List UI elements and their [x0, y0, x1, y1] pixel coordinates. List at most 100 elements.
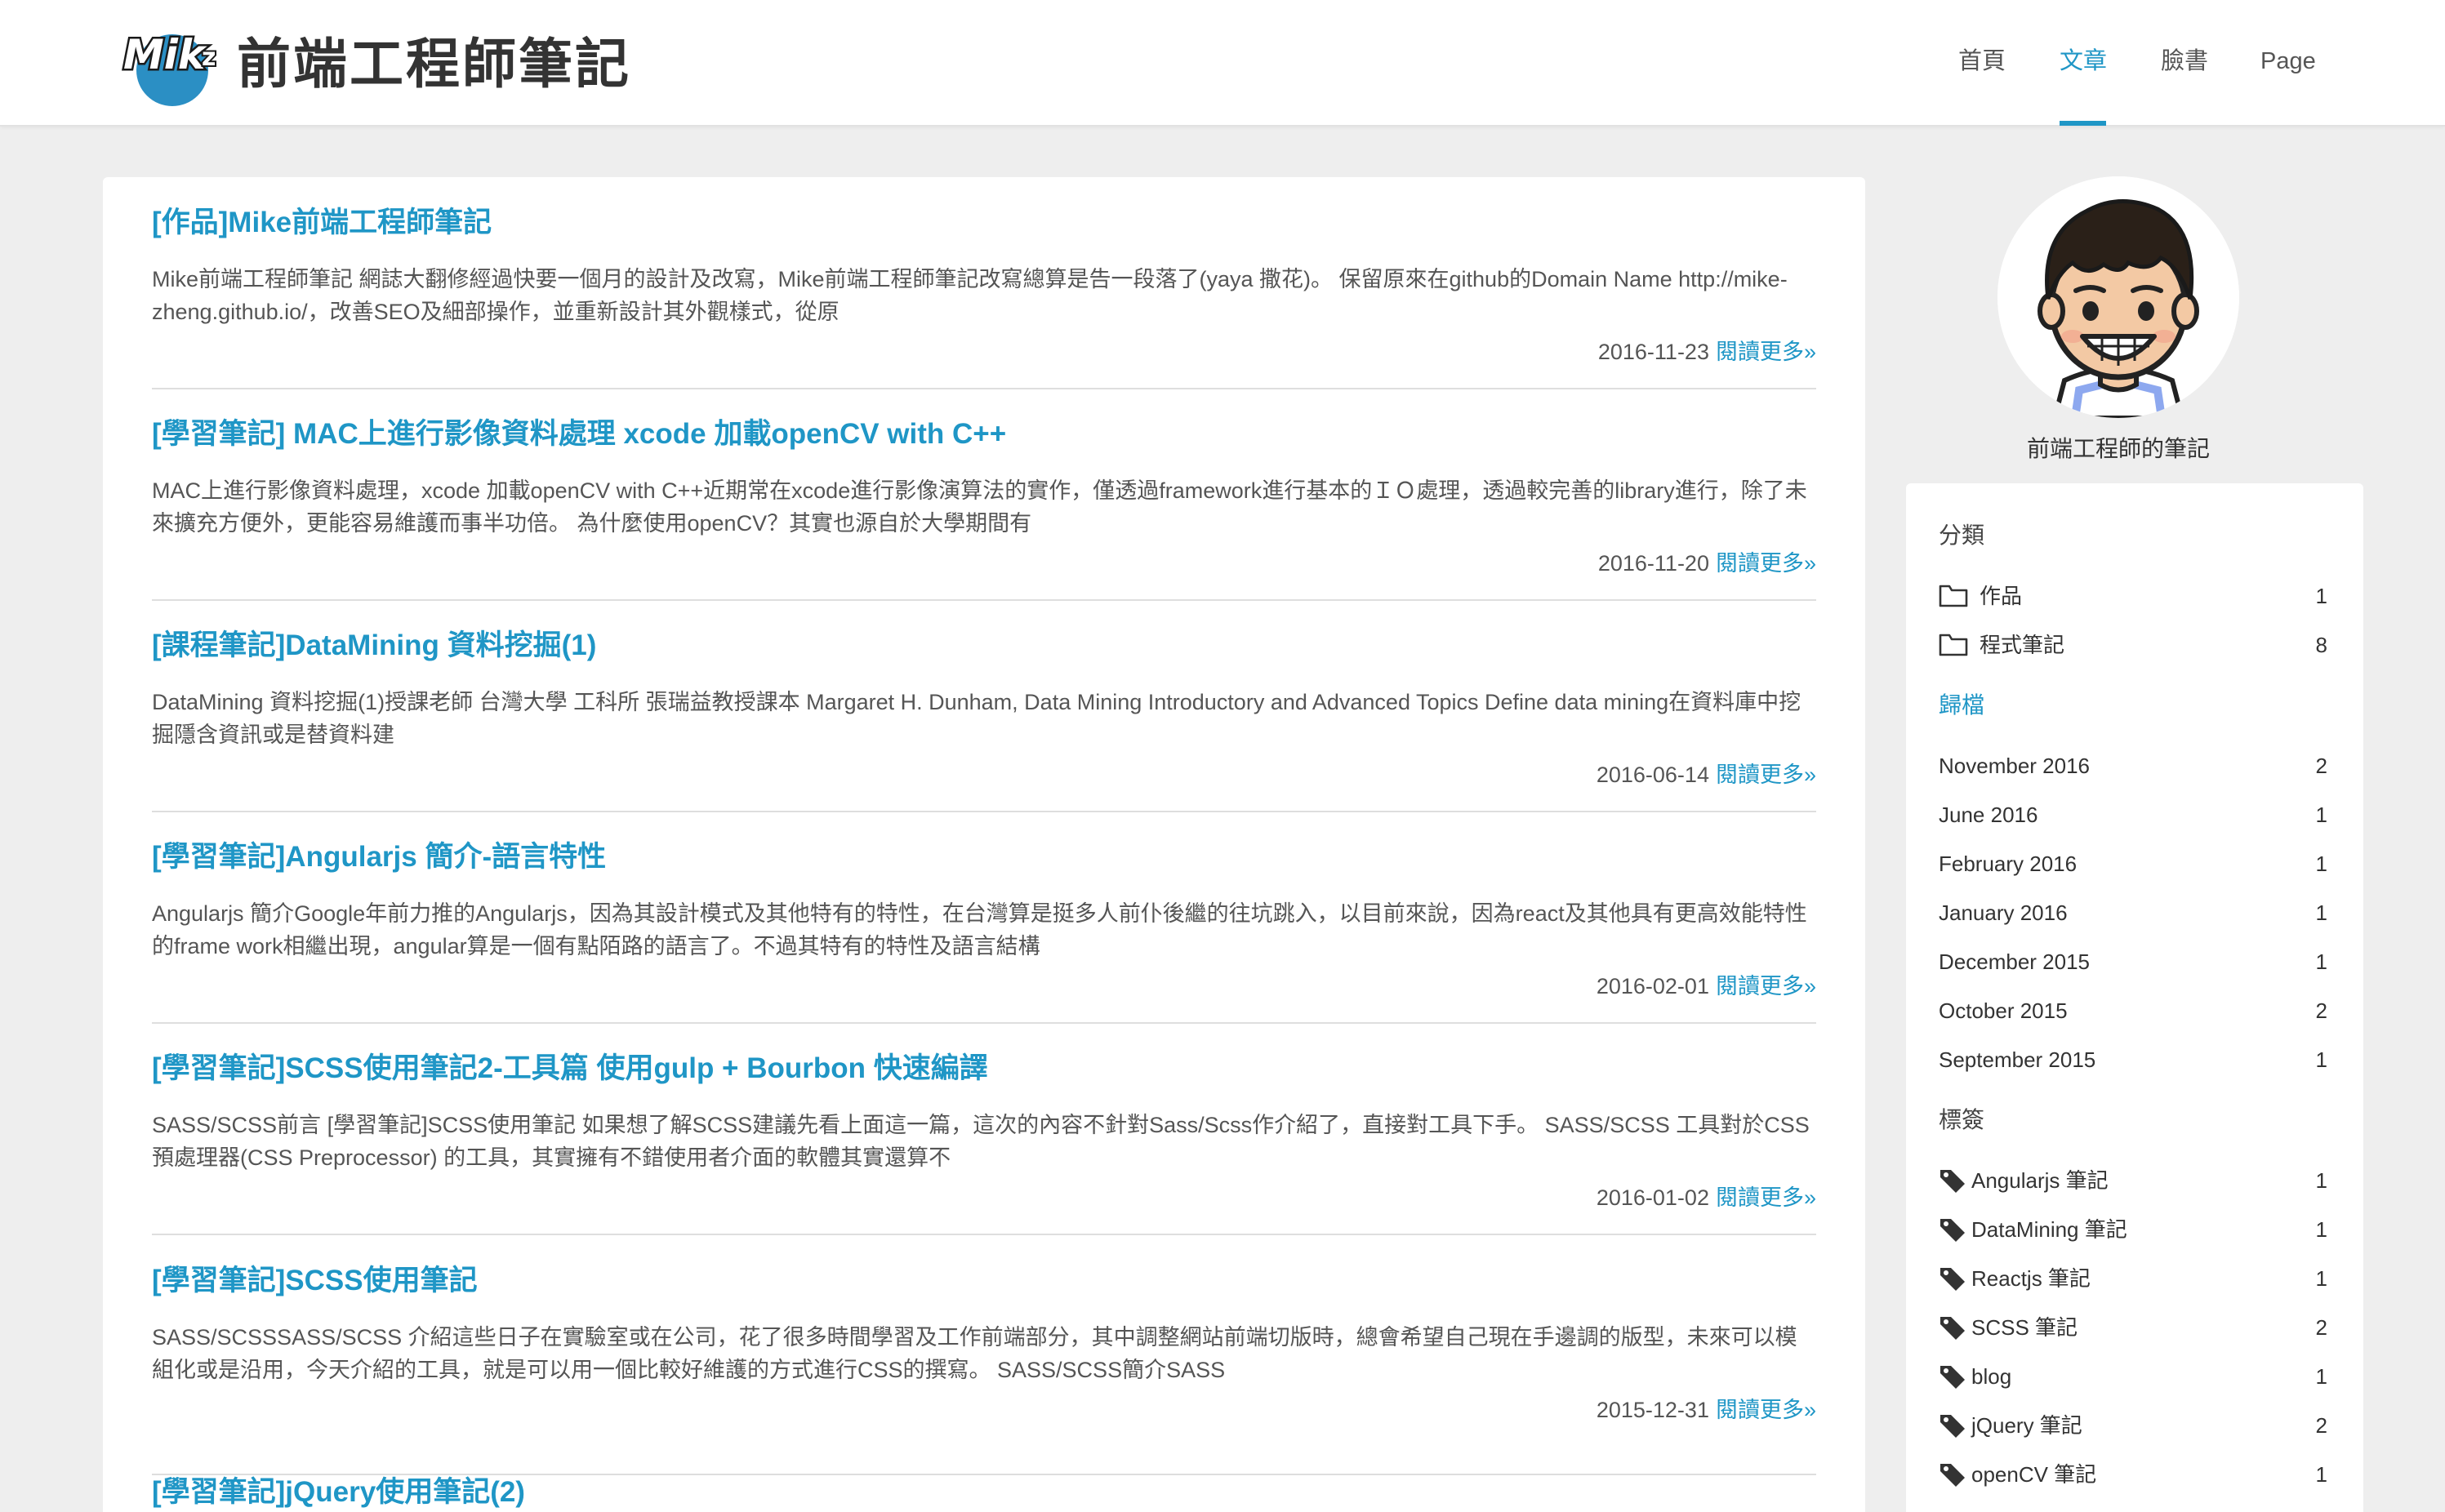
post-title[interactable]: [課程筆記]DataMining 資料挖掘(1) — [152, 627, 596, 665]
post-item: [學習筆記]Angularjs 簡介-語言特性 Angularjs 簡介Goog… — [152, 838, 1816, 1026]
archive-item[interactable]: October 2015 2 — [1939, 994, 2327, 1027]
category-item[interactable]: 作品 1 — [1939, 580, 2327, 612]
tag-item[interactable]: SCSS 筆記 2 — [1939, 1311, 2327, 1344]
archive-count: 2 — [2315, 754, 2327, 778]
post-item: [學習筆記] MAC上進行影像資料處理 xcode 加載openCV with … — [152, 416, 1816, 603]
tag-count: 1 — [2315, 1168, 2327, 1193]
tag-item[interactable]: blog 1 — [1939, 1360, 2327, 1393]
archive-label: December 2015 — [1939, 949, 2090, 974]
categories-title: 分類 — [1939, 523, 1985, 548]
tag-label: jQuery 筆記 — [1971, 1413, 2082, 1438]
nav-facebook[interactable]: 臉書 — [2161, 45, 2208, 78]
tag-item[interactable]: Angularjs 筆記 1 — [1939, 1164, 2327, 1197]
post-divider — [152, 1234, 1816, 1235]
tag-label: SCSS 筆記 — [1971, 1315, 2078, 1340]
nav-home[interactable]: 首頁 — [1958, 45, 2006, 78]
post-excerpt: MAC上進行影像資料處理，xcode 加載openCV with C++近期常在… — [152, 478, 1807, 536]
tag-item[interactable]: Reactjs 筆記 1 — [1939, 1262, 2327, 1295]
read-more-link[interactable]: 閱讀更多» — [1716, 763, 1816, 787]
archive-count: 1 — [2315, 852, 2327, 876]
category-count: 8 — [2315, 633, 2327, 657]
read-more-link[interactable]: 閱讀更多» — [1716, 974, 1816, 998]
site-logo[interactable]: Mik z — [118, 18, 226, 108]
archive-label: September 2015 — [1939, 1047, 2096, 1072]
svg-text:z: z — [202, 43, 216, 72]
archive-label: October 2015 — [1939, 998, 2068, 1023]
post-item: [學習筆記]jQuery使用筆記(2) — [152, 1474, 1816, 1512]
post-title[interactable]: [作品]Mike前端工程師筆記 — [152, 204, 492, 242]
post-date: 2016-11-23 — [1597, 340, 1709, 364]
archive-count: 2 — [2315, 998, 2327, 1023]
category-count: 1 — [2315, 584, 2327, 608]
post-divider — [152, 1022, 1816, 1024]
tag-item[interactable]: jQuery 筆記 2 — [1939, 1409, 2327, 1442]
post-date: 2016-11-20 — [1597, 551, 1709, 576]
tag-item[interactable]: openCV 筆記 1 — [1939, 1458, 2327, 1491]
archive-label: February 2016 — [1939, 852, 2078, 876]
archive-item[interactable]: February 2016 1 — [1939, 847, 2327, 880]
nav-page[interactable]: Page — [2260, 45, 2316, 78]
archive-item[interactable]: November 2016 2 — [1939, 749, 2327, 782]
site-title[interactable]: 前端工程師筆記 — [237, 31, 631, 96]
tag-count: 1 — [2315, 1364, 2327, 1389]
archive-label: January 2016 — [1939, 901, 2068, 925]
post-meta: 2016-01-02 閱讀更多» — [1597, 1182, 1816, 1213]
avatar[interactable] — [1997, 176, 2239, 418]
tag-icon — [1940, 1317, 1965, 1340]
tag-count: 1 — [2315, 1266, 2327, 1291]
post-date: 2016-06-14 — [1596, 763, 1709, 787]
tag-icon — [1940, 1366, 1965, 1389]
svg-text:Mik: Mik — [123, 31, 207, 78]
site-header: Mik z 前端工程師筆記 首頁 文章 臉書 Page — [0, 0, 2445, 127]
post-divider — [152, 1474, 1816, 1475]
archive-item[interactable]: December 2015 1 — [1939, 945, 2327, 978]
folder-icon — [1939, 634, 1968, 656]
tag-item[interactable]: DataMining 筆記 1 — [1939, 1213, 2327, 1246]
folder-icon — [1939, 585, 1968, 607]
archive-label: November 2016 — [1939, 754, 2090, 778]
post-title[interactable]: [學習筆記] MAC上進行影像資料處理 xcode 加載openCV with … — [152, 416, 1006, 453]
read-more-link[interactable]: 閱讀更多» — [1716, 1398, 1816, 1422]
post-title[interactable]: [學習筆記]jQuery使用筆記(2) — [152, 1474, 525, 1511]
post-date: 2015-12-31 — [1596, 1398, 1709, 1422]
tag-count: 1 — [2315, 1462, 2327, 1487]
avatar-illustration — [1997, 176, 2239, 418]
nav-active-indicator — [2060, 121, 2106, 126]
archive-count: 1 — [2315, 949, 2327, 974]
post-title[interactable]: [學習筆記]Angularjs 簡介-語言特性 — [152, 838, 606, 876]
post-title[interactable]: [學習筆記]SCSS使用筆記2-工具篇 使用gulp + Bourbon 快速編… — [152, 1050, 988, 1087]
post-excerpt: Angularjs 簡介Google年前力推的Angularjs，因為其設計模式… — [152, 901, 1807, 958]
tag-label: Angularjs 筆記 — [1971, 1168, 2109, 1193]
post-divider — [152, 388, 1816, 389]
tag-count: 2 — [2315, 1413, 2327, 1438]
post-date: 2016-02-01 — [1596, 974, 1709, 998]
nav-articles[interactable]: 文章 — [2060, 45, 2107, 78]
tag-label: Reactjs 筆記 — [1971, 1266, 2091, 1291]
tag-label: openCV 筆記 — [1971, 1462, 2097, 1487]
archive-item[interactable]: January 2016 1 — [1939, 896, 2327, 929]
archive-item[interactable]: September 2015 1 — [1939, 1043, 2327, 1076]
archive-item[interactable]: June 2016 1 — [1939, 798, 2327, 831]
tag-icon — [1940, 1415, 1965, 1438]
post-meta: 2015-12-31 閱讀更多» — [1597, 1394, 1816, 1425]
read-more-link[interactable]: 閱讀更多» — [1716, 340, 1816, 364]
post-divider — [152, 599, 1816, 601]
post-meta: 2016-02-01 閱讀更多» — [1597, 971, 1816, 1002]
archives-title[interactable]: 歸檔 — [1939, 689, 1984, 722]
read-more-link[interactable]: 閱讀更多» — [1716, 551, 1816, 576]
tag-label: blog — [1971, 1364, 2012, 1389]
tag-count: 1 — [2315, 1217, 2327, 1242]
post-divider — [152, 811, 1816, 812]
post-item: [作品]Mike前端工程師筆記 Mike前端工程師筆記 網誌大翻修經過快要一個月… — [152, 204, 1816, 392]
post-item: [學習筆記]SCSS使用筆記2-工具篇 使用gulp + Bourbon 快速編… — [152, 1050, 1816, 1238]
archive-count: 1 — [2315, 1047, 2327, 1072]
post-title[interactable]: [學習筆記]SCSS使用筆記 — [152, 1262, 478, 1300]
tag-label: DataMining 筆記 — [1971, 1217, 2127, 1242]
archive-count: 1 — [2315, 803, 2327, 827]
category-item[interactable]: 程式筆記 8 — [1939, 629, 2327, 661]
read-more-link[interactable]: 閱讀更多» — [1716, 1185, 1816, 1210]
post-date: 2016-01-02 — [1596, 1185, 1709, 1210]
post-excerpt: DataMining 資料挖掘(1)授課老師 台灣大學 工科所 張瑞益教授課本 … — [152, 690, 1801, 747]
tags-title: 標簽 — [1939, 1107, 1985, 1132]
sidebar: 分類 作品 1 程式筆記 8 歸檔 November 2016 2 June 2… — [1906, 483, 2363, 1512]
